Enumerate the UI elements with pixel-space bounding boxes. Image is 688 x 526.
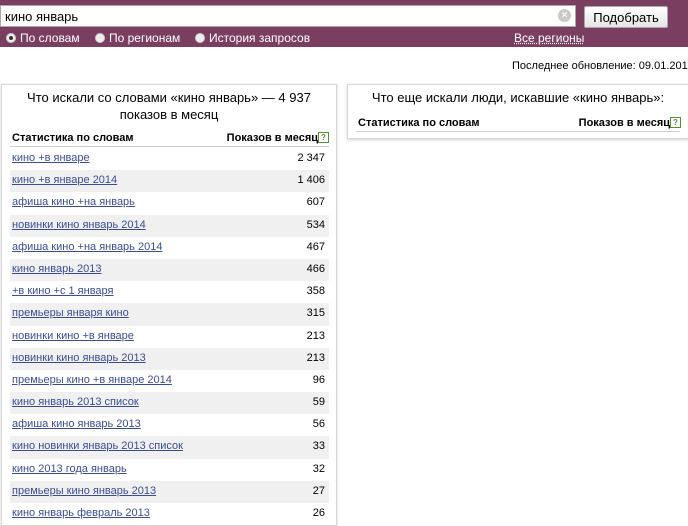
impressions-count: 56: [312, 418, 325, 431]
impressions-count: 607: [306, 196, 325, 209]
mode-by-words-label: По словам: [20, 31, 80, 45]
phrase-link[interactable]: новинки кино +в январе: [12, 330, 134, 342]
search-input[interactable]: [0, 5, 576, 27]
mode-by-regions[interactable]: По регионам: [95, 31, 180, 45]
mode-by-regions-label: По регионам: [109, 31, 181, 45]
all-regions-link[interactable]: Все регионы: [514, 31, 584, 45]
words-stats-panel: Что искали со словами «кино январь» — 4 …: [1, 84, 337, 526]
table-row: новинки кино +в январе 213: [10, 326, 329, 348]
help-icon[interactable]: ?: [318, 132, 329, 143]
phrase-link[interactable]: новинки кино январь 2014: [12, 219, 146, 231]
phrase-link[interactable]: афиша кино +на январь: [12, 196, 135, 208]
last-update-text: Последнее обновление: 09.01.2014: [512, 60, 688, 72]
phrase-link[interactable]: премьеры кино январь 2013: [12, 485, 156, 497]
table-row: кино +в январе 2 347: [10, 148, 329, 170]
table-row: премьеры января кино 315: [10, 303, 329, 326]
table-row: афиша кино январь 2013 56: [10, 414, 329, 436]
phrase-link[interactable]: +в кино +с 1 января: [12, 285, 114, 297]
impressions-count: 534: [306, 218, 325, 231]
phrase-link[interactable]: кино +в январе: [12, 152, 90, 164]
impressions-count: 466: [306, 262, 325, 275]
table-row: кино 2013 года январь 32: [10, 459, 329, 481]
header-divider: [10, 146, 329, 147]
table-row: кино январь февраль 2013 26: [10, 503, 329, 525]
impressions-count: 358: [306, 285, 325, 298]
radio-unchecked-icon: [95, 33, 105, 43]
phrase-link[interactable]: кино 2013 года январь: [12, 463, 127, 475]
radio-unchecked-icon: [195, 33, 205, 43]
table-row: кино +в январе 2014 1 406: [10, 170, 329, 193]
impressions-count: 32: [312, 462, 325, 475]
col-count-header: Показов в месяц: [226, 132, 318, 144]
phrase-link[interactable]: афиша кино январь 2013: [12, 418, 141, 430]
impressions-count: 26: [312, 507, 325, 519]
table-row: премьеры кино +в январе 2014 96: [10, 370, 329, 392]
table-row: новинки кино январь 2014 534: [10, 214, 329, 237]
help-icon[interactable]: ?: [670, 117, 681, 128]
mode-query-history-label: История запросов: [209, 31, 311, 45]
mode-by-words[interactable]: По словам: [6, 31, 80, 45]
related-header-divider: [356, 131, 680, 132]
phrase-link[interactable]: премьеры января кино: [12, 307, 129, 319]
phrase-link[interactable]: афиша кино +на январь 2014: [12, 241, 162, 253]
table-row: афиша кино +на январь 607: [10, 192, 329, 214]
phrase-link[interactable]: кино январь 2013: [12, 263, 101, 275]
related-col-phrase-header: Статистика по словам: [358, 117, 480, 129]
clear-icon[interactable]: ×: [558, 9, 571, 22]
impressions-count: 1 406: [297, 174, 325, 187]
table-row: кино январь 2013 466: [10, 258, 329, 282]
table-row: афиша кино +на январь 2014 467: [10, 237, 329, 259]
phrase-link[interactable]: премьеры кино +в январе 2014: [12, 374, 172, 386]
words-panel-title: Что искали со словами «кино январь» — 4 …: [27, 90, 311, 122]
impressions-count: 213: [306, 351, 325, 364]
phrase-link[interactable]: кино новинки январь 2013 список: [12, 440, 183, 452]
phrase-link[interactable]: кино +в январе 2014: [12, 174, 117, 186]
table-row: новинки кино январь 2013 213: [10, 347, 329, 370]
phrase-link[interactable]: кино январь 2013 список: [12, 396, 139, 408]
table-row: кино январь 2013 список 59: [10, 392, 329, 415]
related-panel-title: Что еще искали люди, искавшие «кино янва…: [371, 90, 665, 105]
phrase-link[interactable]: новинки кино январь 2013: [12, 352, 146, 364]
col-phrase-header: Статистика по словам: [12, 132, 134, 144]
impressions-count: 27: [312, 484, 325, 497]
phrase-link[interactable]: кино январь февраль 2013: [12, 507, 150, 519]
table-row: кино новинки январь 2013 список 33: [10, 436, 329, 459]
impressions-count: 213: [306, 329, 325, 342]
radio-checked-icon: [6, 33, 16, 43]
impressions-count: 96: [312, 373, 325, 386]
search-header-bar: × Подобрать По словам По регионам Истори…: [0, 0, 688, 47]
table-row: премьеры кино январь 2013 27: [10, 480, 329, 503]
related-col-count-header: Показов в месяц: [578, 117, 670, 129]
impressions-count: 315: [306, 307, 325, 320]
submit-button[interactable]: Подобрать: [584, 6, 668, 28]
impressions-count: 2 347: [297, 152, 325, 164]
impressions-count: 467: [306, 240, 325, 253]
impressions-count: 33: [312, 440, 325, 453]
mode-query-history[interactable]: История запросов: [195, 31, 310, 45]
words-stats-table: кино +в январе 2 347 кино +в январе 2014 1 …: [10, 148, 329, 525]
table-row: +в кино +с 1 января 358: [10, 281, 329, 303]
impressions-count: 59: [312, 396, 325, 409]
related-queries-panel: Что еще искали люди, искавшие «кино янва…: [347, 84, 688, 139]
